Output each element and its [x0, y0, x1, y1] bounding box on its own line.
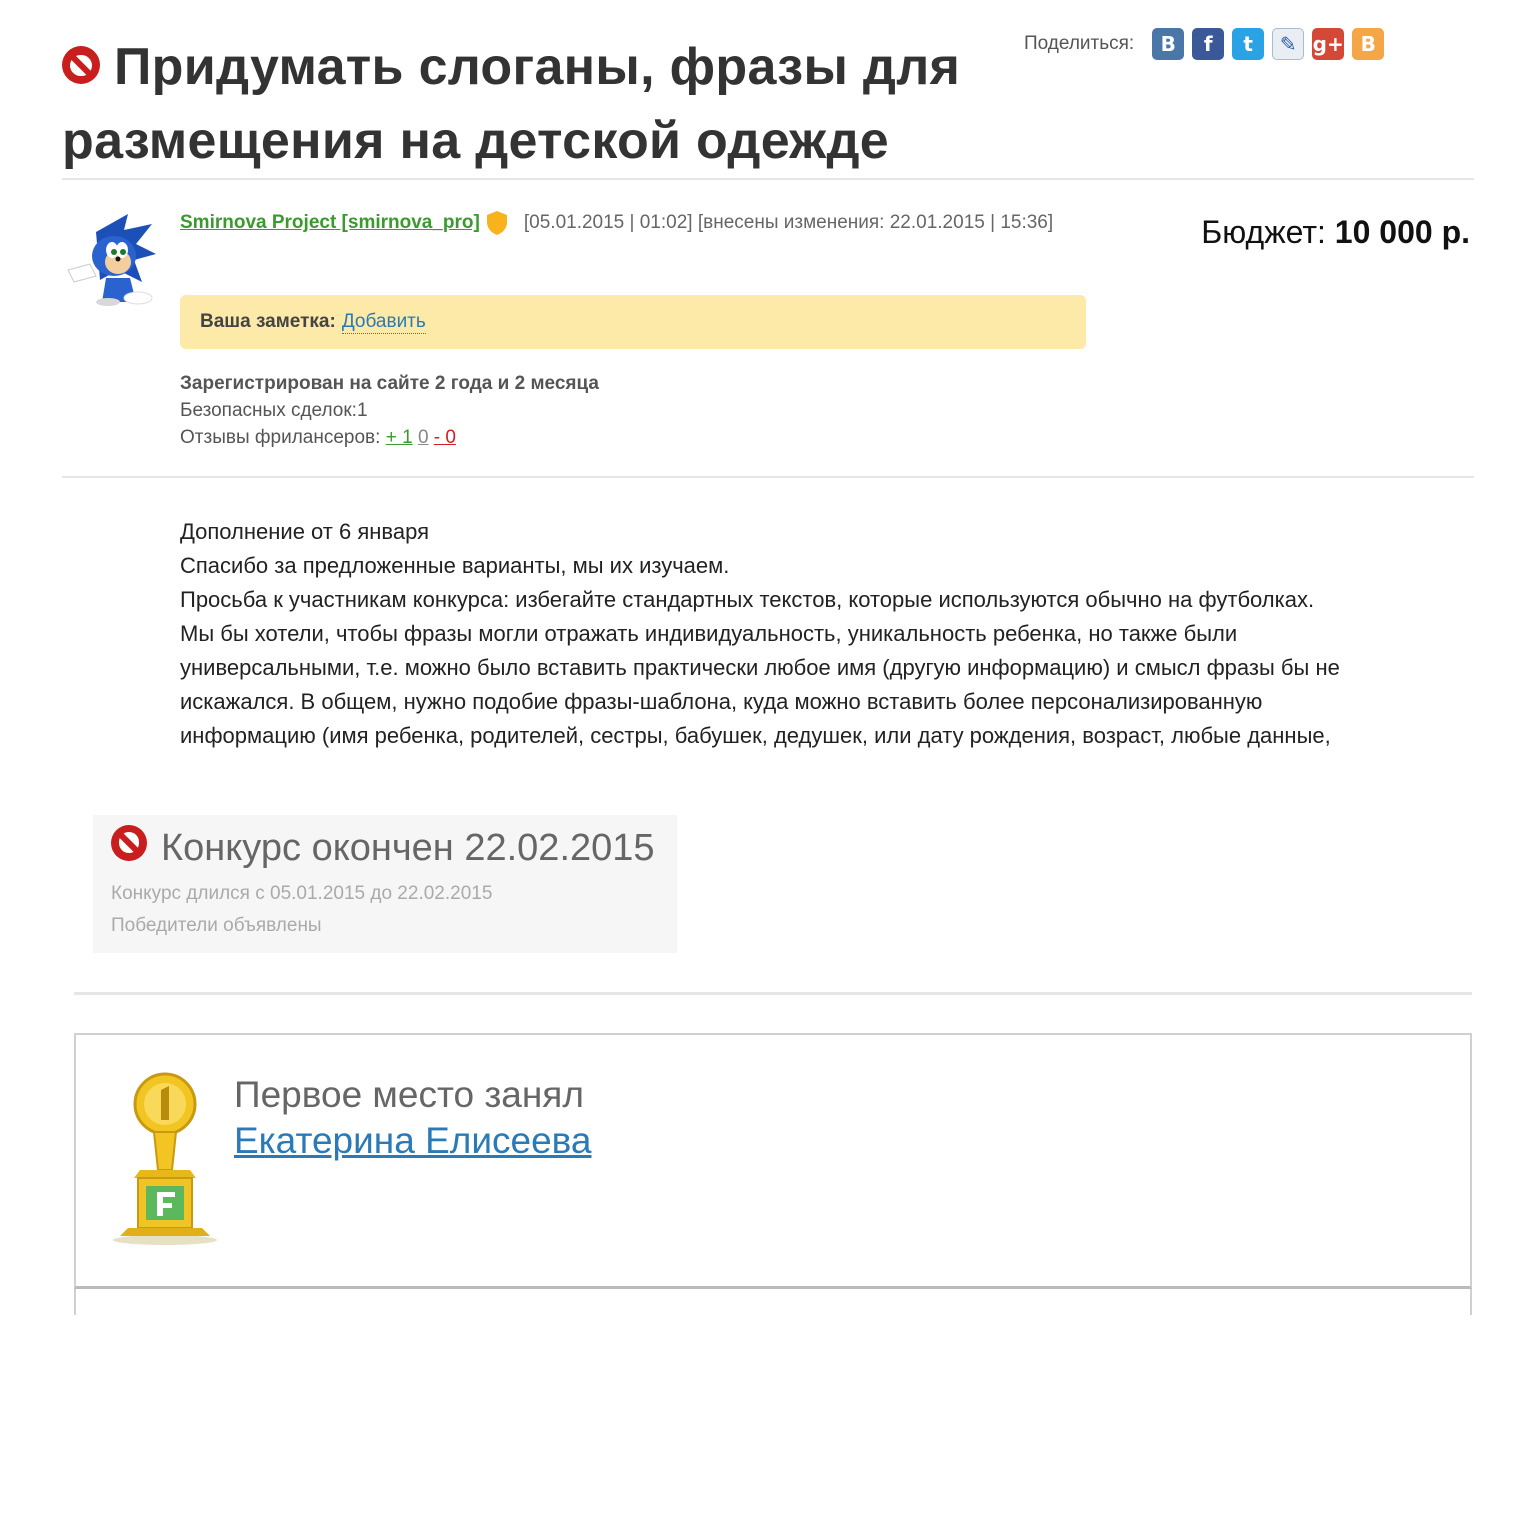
- description-line: Дополнение от 6 января: [180, 519, 429, 544]
- twitter-icon: t: [1243, 32, 1253, 56]
- info-divider: [62, 476, 1474, 478]
- author-link[interactable]: Smirnova Project [smirnova_pro]: [180, 212, 480, 234]
- note-label: Ваша заметка:: [200, 311, 336, 332]
- avatar[interactable]: [66, 210, 158, 306]
- budget-value: 10 000 р.: [1334, 214, 1470, 250]
- twitter-share-button[interactable]: t: [1232, 28, 1265, 60]
- contest-status-box: Конкурс окончен 22.02.2015 Конкурс длилс…: [93, 815, 677, 953]
- blogger-icon: B: [1360, 32, 1376, 56]
- project-description: Дополнение от 6 января Спасибо за предло…: [180, 515, 1480, 753]
- reviews-negative-link[interactable]: - 0: [434, 427, 456, 448]
- description-line: универсальными, т.е. можно было вставить…: [180, 655, 1340, 680]
- title-wrap: Придумать слоганы, фразы для размещения …: [62, 30, 1002, 178]
- winner-text: Первое место занял Екатерина Елисеева: [234, 1073, 592, 1165]
- winner-label: Первое место занял: [234, 1074, 584, 1115]
- title-divider: [62, 178, 1474, 180]
- description-line: Мы бы хотели, чтобы фразы могли отражать…: [180, 621, 1238, 646]
- author-line: Smirnova Project [smirnova_pro] [05.01.2…: [180, 210, 1053, 236]
- page-title: Придумать слоганы, фразы для размещения …: [62, 30, 1002, 178]
- contest-duration: Конкурс длился с 05.01.2015 до 22.02.201…: [111, 883, 493, 904]
- freelancer-reviews: Отзывы фрилансеров: + 1 0 - 0: [180, 424, 599, 451]
- registration-duration: Зарегистрирован на сайте 2 года и 2 меся…: [180, 373, 599, 394]
- facebook-share-button[interactable]: f: [1192, 28, 1225, 60]
- winner-panel-next: [74, 1289, 1472, 1315]
- reviews-positive-link[interactable]: + 1: [386, 427, 413, 448]
- share-label: Поделиться:: [1024, 33, 1135, 54]
- winner-name-link[interactable]: Екатерина Елисеева: [234, 1120, 592, 1161]
- project-dates: [05.01.2015 | 01:02] [внесены изменения:…: [523, 212, 1054, 233]
- note-box: Ваша заметка: Добавить: [180, 295, 1086, 349]
- budget: Бюджет: 10 000 р.: [1201, 214, 1470, 251]
- contest-info: Конкурс длился с 05.01.2015 до 22.02.201…: [111, 878, 659, 942]
- description-line: Спасибо за предложенные варианты, мы их …: [180, 553, 730, 578]
- employer-info: Зарегистрирован на сайте 2 года и 2 меся…: [180, 370, 599, 451]
- livejournal-icon: ✎: [1279, 32, 1297, 56]
- page-title-text: Придумать слоганы, фразы для размещения …: [62, 38, 961, 170]
- contest-status-title: Конкурс окончен 22.02.2015: [111, 824, 659, 870]
- blogger-share-button[interactable]: B: [1352, 28, 1385, 60]
- budget-label: Бюджет:: [1201, 214, 1326, 250]
- livejournal-share-button[interactable]: ✎: [1272, 28, 1305, 60]
- facebook-icon: f: [1203, 32, 1213, 56]
- google-plus-icon: g+: [1312, 32, 1344, 56]
- description-line: информацию (имя ребенка, родителей, сест…: [180, 723, 1331, 748]
- google-plus-share-button[interactable]: g+: [1312, 28, 1345, 60]
- add-note-link[interactable]: Добавить: [341, 311, 426, 334]
- reviews-label: Отзывы фрилансеров:: [180, 427, 381, 448]
- first-place-trophy-icon: [113, 1072, 217, 1245]
- contest-winners-status: Победители объявлены: [111, 915, 322, 936]
- description-line: искажался. В общем, нужно подобие фразы-…: [180, 689, 1263, 714]
- contest-status-text: Конкурс окончен 22.02.2015: [161, 827, 655, 869]
- share-bar: Поделиться: B f t ✎ g+ B: [1024, 28, 1392, 60]
- vkontakte-icon: B: [1160, 32, 1176, 56]
- safe-deals-count: Безопасных сделок:1: [180, 400, 368, 421]
- shield-icon: [486, 211, 507, 235]
- contest-divider: [74, 992, 1472, 995]
- closed-stop-icon: [62, 46, 100, 85]
- contest-closed-icon: [111, 824, 147, 861]
- reviews-neutral-link[interactable]: 0: [418, 427, 429, 448]
- vkontakte-share-button[interactable]: B: [1152, 28, 1185, 60]
- description-line: Просьба к участникам конкурса: избегайте…: [180, 587, 1315, 612]
